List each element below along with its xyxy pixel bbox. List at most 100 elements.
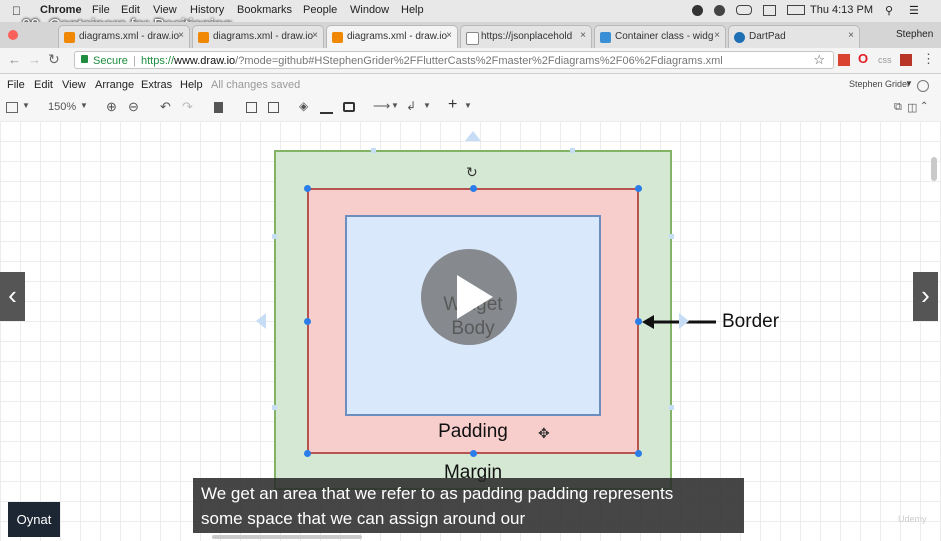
close-icon[interactable]: × <box>312 30 318 41</box>
chevron-down-icon[interactable]: ▼ <box>22 101 30 110</box>
more-icon[interactable]: ⋮ <box>922 51 935 67</box>
connection-point[interactable] <box>272 405 277 410</box>
panel-toggle-icon[interactable]: ◫ <box>907 101 917 114</box>
menubar-item-people[interactable]: People <box>303 4 337 16</box>
close-icon[interactable]: × <box>714 30 720 41</box>
forward-icon[interactable]: → <box>28 52 41 67</box>
browser-tab[interactable]: diagrams.xml - draw.io × <box>58 25 190 48</box>
star-icon[interactable]: ☆ <box>813 51 825 69</box>
connection-point[interactable] <box>669 234 674 239</box>
menubar-item-history[interactable]: History <box>190 4 224 16</box>
back-icon[interactable]: ← <box>8 52 21 67</box>
to-back-icon[interactable] <box>268 102 279 113</box>
previous-lecture-button[interactable]: ‹ <box>0 272 25 321</box>
menubar-item-help[interactable]: Help <box>401 4 424 16</box>
format-panel-icon[interactable] <box>6 102 18 113</box>
menubar-clock[interactable]: Thu 4:13 PM <box>810 4 873 16</box>
to-front-icon[interactable] <box>246 102 257 113</box>
arrow-up-hint-icon[interactable] <box>465 131 481 141</box>
battery-icon[interactable] <box>787 5 806 16</box>
extension-icon[interactable] <box>838 54 850 66</box>
glasses-icon[interactable] <box>736 5 753 16</box>
connection-point[interactable] <box>272 234 277 239</box>
connection-icon[interactable]: ⟶ <box>373 99 390 113</box>
close-icon[interactable]: × <box>848 30 854 41</box>
connection-point[interactable] <box>570 148 575 153</box>
chevron-down-icon[interactable]: ▼ <box>80 101 88 110</box>
menubar-item-file[interactable]: File <box>92 4 110 16</box>
line-color-icon[interactable] <box>320 103 333 114</box>
arrow-right-hint-icon[interactable] <box>679 313 689 329</box>
play-button[interactable] <box>421 249 517 345</box>
collapse-icon[interactable]: ⌃ <box>920 101 928 112</box>
search-icon[interactable]: ⚲ <box>885 4 893 17</box>
close-icon[interactable]: × <box>178 30 184 41</box>
zoom-select[interactable]: 150% <box>48 101 76 113</box>
resize-handle[interactable] <box>304 185 311 192</box>
url-field[interactable]: Secure | https://www.draw.io/?mode=githu… <box>74 51 834 69</box>
browser-tab[interactable]: diagrams.xml - draw.io × <box>192 25 324 48</box>
redo-icon[interactable]: ↷ <box>182 99 193 115</box>
menubar-app-name[interactable]: Chrome <box>40 4 82 16</box>
css-extension-icon[interactable]: css <box>878 55 892 65</box>
resize-handle[interactable] <box>635 450 642 457</box>
app-menu-help[interactable]: Help <box>180 79 203 91</box>
resize-handle[interactable] <box>304 450 311 457</box>
fullscreen-icon[interactable]: ⧉ <box>894 101 902 114</box>
zoom-out-icon[interactable]: ⊖ <box>128 99 139 115</box>
menubar-item-window[interactable]: Window <box>350 4 389 16</box>
record-icon[interactable] <box>692 4 703 16</box>
zoom-in-icon[interactable]: ⊕ <box>106 99 117 115</box>
fill-color-icon[interactable]: ◈ <box>299 99 308 113</box>
globe-icon[interactable] <box>917 80 929 92</box>
next-lecture-button[interactable]: › <box>913 272 938 321</box>
menubar-item-view[interactable]: View <box>153 4 177 16</box>
close-icon[interactable]: × <box>446 30 452 41</box>
resize-handle[interactable] <box>635 185 642 192</box>
connection-point[interactable] <box>371 148 376 153</box>
horizontal-scrollbar[interactable] <box>212 535 362 539</box>
resize-handle[interactable] <box>470 450 477 457</box>
browser-tab[interactable]: https://jsonplacehold × <box>460 25 592 48</box>
vertical-scrollbar[interactable] <box>931 157 937 181</box>
insert-icon[interactable]: + <box>448 96 457 114</box>
waypoints-icon[interactable]: ↲ <box>406 99 416 113</box>
chevron-down-icon[interactable]: ▼ <box>905 79 913 88</box>
user-name[interactable]: Stephen Grider <box>849 79 910 89</box>
close-icon[interactable]: × <box>580 30 586 41</box>
menubar-item-bookmarks[interactable]: Bookmarks <box>237 4 292 16</box>
list-icon[interactable]: ☰ <box>909 4 919 17</box>
reload-icon[interactable]: ↻ <box>48 51 60 68</box>
connection-point[interactable] <box>669 405 674 410</box>
play-text-button[interactable]: Oynat <box>8 502 60 537</box>
app-menu-file[interactable]: File <box>7 79 25 91</box>
resize-handle[interactable] <box>635 318 642 325</box>
chevron-down-icon[interactable]: ▼ <box>391 101 399 110</box>
arrow-left-hint-icon[interactable] <box>256 313 266 329</box>
apple-icon[interactable]:  <box>12 4 21 18</box>
resize-handle[interactable] <box>304 318 311 325</box>
gear-icon[interactable] <box>714 4 726 16</box>
rotate-icon[interactable]: ↻ <box>466 164 478 181</box>
menubar-item-edit[interactable]: Edit <box>121 4 140 16</box>
status-icons[interactable] <box>692 4 806 16</box>
wifi-icon[interactable] <box>763 4 777 16</box>
profile-name[interactable]: Stephen <box>896 29 933 40</box>
app-menu-extras[interactable]: Extras <box>141 79 172 91</box>
browser-tab-active[interactable]: diagrams.xml - draw.io × <box>326 25 458 48</box>
udemy-watermark: Udemy <box>898 514 927 524</box>
resize-handle[interactable] <box>470 185 477 192</box>
opera-icon[interactable]: O <box>858 51 868 66</box>
delete-icon[interactable] <box>214 102 223 113</box>
chevron-down-icon[interactable]: ▼ <box>423 101 431 110</box>
window-close-button[interactable] <box>8 30 18 40</box>
app-menu-arrange[interactable]: Arrange <box>95 79 134 91</box>
browser-tab[interactable]: Container class - widg × <box>594 25 726 48</box>
shadow-icon[interactable] <box>343 102 355 112</box>
browser-tab[interactable]: DartPad × <box>728 25 860 48</box>
chevron-down-icon[interactable]: ▼ <box>464 101 472 110</box>
app-menu-view[interactable]: View <box>62 79 86 91</box>
extension-icon[interactable] <box>900 54 912 66</box>
undo-icon[interactable]: ↶ <box>160 99 171 115</box>
app-menu-edit[interactable]: Edit <box>34 79 53 91</box>
